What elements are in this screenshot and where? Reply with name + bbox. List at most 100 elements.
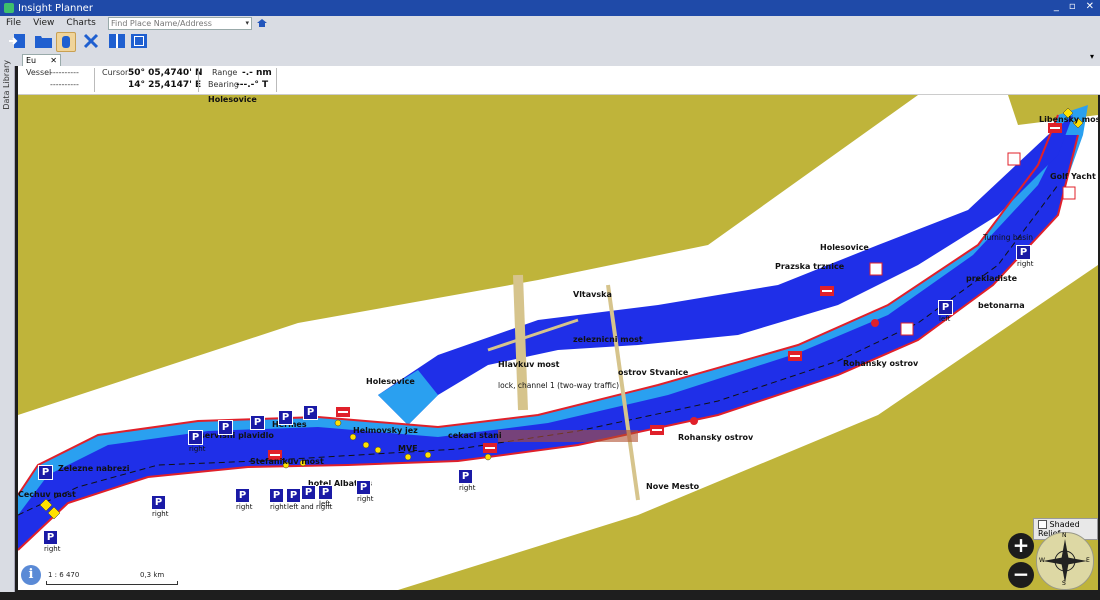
map-label: Prazska trznice — [775, 262, 845, 271]
compass-west: W — [1039, 557, 1045, 564]
info-bar: Vessel ---------- ---------- Cursor 50° … — [18, 66, 1100, 95]
close-button[interactable]: ✕ — [1086, 1, 1094, 12]
map-label: betonarna — [978, 301, 1025, 310]
range-value: -.- nm — [242, 68, 272, 78]
scale-bar — [46, 581, 178, 585]
window-title: Insight Planner — [18, 2, 93, 14]
range-label: Range — [212, 68, 238, 77]
map-label: Helmovsky jez — [353, 426, 418, 435]
map-label: Holesovice — [820, 243, 869, 252]
map-label: Holesovice — [366, 377, 415, 386]
tab-overflow-icon[interactable]: ▾ — [1090, 52, 1094, 61]
parking-icon[interactable]: P — [301, 485, 316, 500]
parking-icon[interactable]: P — [235, 488, 250, 503]
search-go-icon[interactable] — [256, 17, 268, 29]
cursor-lon: 14° 25,4147' E — [128, 80, 202, 90]
compass-rose[interactable]: N S E W — [1036, 532, 1094, 590]
scale-ratio: 1 : 6 470 — [48, 571, 80, 579]
toolbar — [0, 30, 1100, 53]
data-library-panel[interactable]: Data Library — [0, 52, 15, 600]
parking-icon[interactable]: P — [318, 485, 333, 500]
parking-side-label: right — [236, 503, 253, 511]
bearing-label: Bearing — [208, 80, 239, 89]
split-view-icon[interactable] — [108, 32, 126, 50]
parking-side-label: left — [939, 315, 951, 323]
map-label: Turning basin — [983, 233, 1033, 242]
menu-file[interactable]: File — [0, 18, 27, 28]
parking-side-label: right — [459, 484, 476, 492]
single-view-icon[interactable] — [130, 32, 148, 50]
map-label: Libensky most — [1039, 115, 1098, 124]
scale-distance: 0,3 km — [140, 571, 165, 579]
parking-icon[interactable]: P — [938, 300, 953, 315]
map-label: Rohansky ostrov — [678, 433, 754, 442]
parking-side-label: right — [189, 445, 206, 453]
vessel-label: Vessel — [26, 68, 52, 77]
maximize-button[interactable]: ▫ — [1069, 1, 1076, 12]
vessel-value-1: ---------- — [50, 68, 79, 77]
cursor-lat: 50° 05,4740' N — [128, 68, 203, 78]
parking-icon[interactable]: P — [278, 410, 293, 425]
parking-side-label: right — [44, 545, 61, 553]
vessel-value-2: ---------- — [50, 80, 79, 89]
compass-north: N — [1062, 532, 1067, 539]
parking-side-label: right — [357, 495, 374, 503]
map-label: MVE — [398, 444, 418, 453]
map-label: Rohansky ostrov — [843, 359, 919, 368]
lock-chamber — [498, 430, 638, 442]
menu-view[interactable]: View — [27, 18, 60, 28]
divider — [198, 68, 199, 92]
info-icon[interactable]: i — [21, 565, 41, 585]
import-icon[interactable] — [8, 32, 26, 50]
parking-icon[interactable]: P — [218, 420, 233, 435]
parking-icon[interactable]: P — [269, 488, 284, 503]
tab-row: Eu ✕ ▾ — [14, 52, 1100, 67]
status-strip — [0, 592, 1100, 600]
red-buoy — [871, 319, 879, 327]
map-canvas[interactable] — [18, 95, 1098, 590]
parking-side-label: left — [319, 500, 331, 508]
title-bar: Insight Planner _ ▫ ✕ — [0, 0, 1100, 16]
parking-side-label: right — [152, 510, 169, 518]
map-label: cekaci stani — [448, 431, 502, 440]
parking-icon[interactable]: P — [286, 488, 301, 503]
zoom-out-button[interactable]: − — [1008, 562, 1034, 588]
map-label: Vltavska — [573, 290, 612, 299]
search-input[interactable]: Find Place Name/Address ▾ — [108, 17, 252, 30]
parking-icon[interactable]: P — [356, 480, 371, 495]
map-label: zeleznicni most — [573, 335, 643, 344]
menu-bar: File View Charts Help Find Place Name/Ad… — [0, 16, 1100, 30]
parking-icon[interactable]: P — [250, 415, 265, 430]
map-label: Hlavkuv most — [498, 360, 560, 369]
zoom-in-button[interactable]: + — [1008, 533, 1034, 559]
divider — [94, 68, 95, 92]
red-buoy — [690, 417, 698, 425]
tab-label: Eu — [26, 56, 37, 65]
map-label: Golf Yacht — [1050, 172, 1096, 181]
parking-side-label: right — [1017, 260, 1034, 268]
search-dropdown-icon[interactable]: ▾ — [245, 18, 249, 29]
tools-icon[interactable] — [82, 32, 100, 50]
parking-icon[interactable]: P — [1016, 245, 1031, 260]
parking-icon[interactable]: P — [151, 495, 166, 510]
map-label: Cechuv most — [18, 490, 76, 499]
minimize-button[interactable]: _ — [1054, 1, 1059, 12]
map-label: Stefanikuv most — [250, 457, 324, 466]
parking-icon[interactable]: P — [188, 430, 203, 445]
parking-icon[interactable]: P — [38, 465, 53, 480]
map-label: Zelezne nabrezi — [58, 464, 130, 473]
bearing-value: ---.-° T — [236, 80, 269, 90]
vessel-icon[interactable] — [56, 32, 76, 52]
parking-icon[interactable]: P — [303, 405, 318, 420]
chart-map[interactable]: Libensky most Golf Yacht Turning basin Hole… — [18, 95, 1098, 590]
parking-icon[interactable]: P — [458, 469, 473, 484]
menu-charts[interactable]: Charts — [60, 18, 101, 28]
compass-south: S — [1062, 580, 1066, 587]
shaded-relief-checkbox[interactable] — [1038, 520, 1047, 529]
app-icon — [4, 3, 14, 13]
parking-icon[interactable]: P — [43, 530, 58, 545]
open-folder-icon[interactable] — [34, 32, 52, 50]
map-label: Holesovice — [208, 95, 257, 104]
compass-east: E — [1086, 557, 1090, 564]
map-label: prekladiste — [966, 274, 1018, 283]
